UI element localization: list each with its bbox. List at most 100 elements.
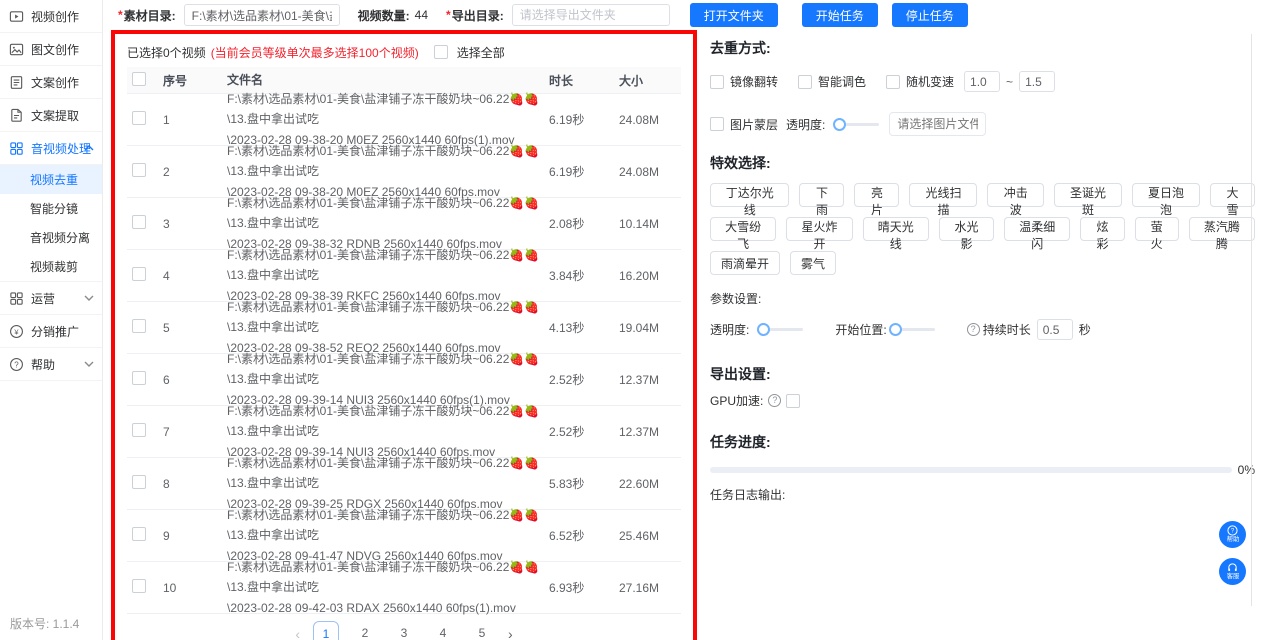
mask-folder-input[interactable] — [889, 112, 986, 136]
topbar: * 素材目录: 视频数量: 44 * 导出目录: 打开文件夹 开始任务 停止任务 — [104, 0, 1280, 30]
selected-count-text: 已选择0个视频 — [127, 44, 206, 61]
sidebar-item-copy-extract[interactable]: 文案提取 — [0, 99, 102, 132]
slider-knob[interactable] — [833, 118, 846, 131]
smart-color-checkbox[interactable] — [798, 75, 812, 89]
slider-knob[interactable] — [889, 323, 902, 336]
slider-knob[interactable] — [757, 323, 770, 336]
sidebar-item-copy-creation[interactable]: 文案创作 — [0, 66, 102, 99]
table-row[interactable]: 10 F:\素材\选品素材\01-美食\盐津铺子冻干酸奶块~06.22🍓🍓\13… — [127, 562, 681, 614]
effect-button[interactable]: 晴天光线 — [863, 217, 929, 241]
mirror-flip-checkbox[interactable] — [710, 75, 724, 89]
sidebar-item-av-processing[interactable]: 音视频处理 — [0, 132, 102, 165]
pagination-page[interactable]: 1 — [313, 621, 339, 640]
effect-button[interactable]: 星火炸开 — [786, 217, 852, 241]
effect-button[interactable]: 炫彩 — [1080, 217, 1124, 241]
row-checkbox[interactable] — [132, 423, 146, 437]
pagination-page[interactable]: 5 — [469, 621, 495, 640]
gpu-help-icon[interactable]: ? — [768, 394, 781, 407]
effect-button[interactable]: 雨滴晕开 — [710, 251, 780, 275]
effect-button[interactable]: 光线扫描 — [909, 183, 977, 207]
material-dir-input[interactable] — [184, 4, 340, 26]
table-row[interactable]: 6 F:\素材\选品素材\01-美食\盐津铺子冻干酸奶块~06.22🍓🍓\13.… — [127, 354, 681, 406]
effects-section: 特效选择: 丁达尔光线下雨亮片光线扫描冲击波圣诞光斑夏日泡泡大雪 大雪纷飞星火炸… — [710, 153, 1255, 275]
option-smart-color[interactable]: 智能调色 — [798, 73, 866, 90]
row-checkbox[interactable] — [132, 111, 146, 125]
sidebar-item-distribution[interactable]: ¥ 分销推广 — [0, 315, 102, 348]
effect-button[interactable]: 丁达尔光线 — [710, 183, 789, 207]
sidebar-item-video-creation[interactable]: 视频创作 — [0, 0, 102, 33]
effect-button[interactable]: 蒸汽腾腾 — [1189, 217, 1255, 241]
table-row[interactable]: 7 F:\素材\选品素材\01-美食\盐津铺子冻干酸奶块~06.22🍓🍓\13.… — [127, 406, 681, 458]
duration-input[interactable] — [1037, 319, 1073, 340]
pagination-page[interactable]: 2 — [352, 621, 378, 640]
effect-button[interactable]: 冲击波 — [987, 183, 1044, 207]
effect-button[interactable]: 萤火 — [1135, 217, 1179, 241]
gpu-row: GPU加速: ? — [710, 392, 1255, 409]
sidebar-item-image-text-creation[interactable]: 图文创作 — [0, 33, 102, 66]
option-mirror-flip[interactable]: 镜像翻转 — [710, 73, 778, 90]
mask-opacity-slider[interactable] — [839, 123, 879, 126]
gpu-label: GPU加速: — [710, 392, 763, 409]
row-checkbox[interactable] — [132, 475, 146, 489]
row-checkbox[interactable] — [132, 215, 146, 229]
customer-service-float-button[interactable]: 客服 — [1219, 558, 1246, 585]
pagination-next-icon[interactable]: › — [508, 626, 513, 640]
start-task-button[interactable]: 开始任务 — [802, 3, 878, 27]
param-start-slider[interactable] — [895, 328, 935, 331]
row-checkbox[interactable] — [132, 319, 146, 333]
video-count-label: 视频数量: — [358, 7, 410, 24]
sidebar-item-label: 帮助 — [31, 356, 55, 373]
image-mask-checkbox[interactable] — [710, 117, 724, 131]
row-checkbox[interactable] — [132, 579, 146, 593]
open-folder-button[interactable]: 打开文件夹 — [690, 3, 778, 27]
effect-button[interactable]: 圣诞光斑 — [1054, 183, 1122, 207]
duration-unit-label: 秒 — [1079, 321, 1091, 338]
sidebar-item-label: 运营 — [31, 290, 55, 307]
pagination-prev-icon[interactable]: ‹ — [295, 626, 300, 640]
sidebar-item-label: 音视频处理 — [31, 140, 91, 157]
stop-task-button[interactable]: 停止任务 — [892, 3, 968, 27]
effect-button[interactable]: 夏日泡泡 — [1132, 183, 1200, 207]
row-checkbox[interactable] — [132, 371, 146, 385]
speed-min-input[interactable] — [964, 71, 1000, 92]
params-title: 参数设置: — [710, 290, 1255, 307]
select-all-checkbox[interactable] — [434, 45, 448, 59]
option-random-speed[interactable]: 随机变速 — [886, 73, 954, 90]
gpu-checkbox[interactable] — [786, 394, 800, 408]
header-checkbox[interactable] — [132, 72, 146, 86]
pagination-page[interactable]: 4 — [430, 621, 456, 640]
effect-button[interactable]: 亮片 — [854, 183, 899, 207]
table-row[interactable]: 2 F:\素材\选品素材\01-美食\盐津铺子冻干酸奶块~06.22🍓🍓\13.… — [127, 146, 681, 198]
table-row[interactable]: 4 F:\素材\选品素材\01-美食\盐津铺子冻干酸奶块~06.22🍓🍓\13.… — [127, 250, 681, 302]
effect-button[interactable]: 下雨 — [799, 183, 844, 207]
speed-max-input[interactable] — [1019, 71, 1055, 92]
grid-icon — [9, 141, 24, 156]
row-checkbox[interactable] — [132, 527, 146, 541]
effect-button[interactable]: 水光影 — [939, 217, 994, 241]
effects-row: 雨滴晕开雾气 — [710, 251, 1255, 275]
sidebar-subitem-smart-storyboard[interactable]: 智能分镜 — [0, 194, 102, 223]
table-row[interactable]: 8 F:\素材\选品素材\01-美食\盐津铺子冻干酸奶块~06.22🍓🍓\13.… — [127, 458, 681, 510]
pagination-page[interactable]: 3 — [391, 621, 417, 640]
table-row[interactable]: 1 F:\素材\选品素材\01-美食\盐津铺子冻干酸奶块~06.22🍓🍓\13.… — [127, 94, 681, 146]
sidebar-subitem-av-separate[interactable]: 音视频分离 — [0, 223, 102, 252]
table-row[interactable]: 3 F:\素材\选品素材\01-美食\盐津铺子冻干酸奶块~06.22🍓🍓\13.… — [127, 198, 681, 250]
sidebar-subitem-video-crop[interactable]: 视频裁剪 — [0, 252, 102, 281]
duration-help-icon[interactable]: ? — [967, 323, 980, 336]
row-checkbox[interactable] — [132, 163, 146, 177]
help-float-button[interactable]: ? 帮助 — [1219, 521, 1246, 548]
effect-button[interactable]: 大雪纷飞 — [710, 217, 776, 241]
sidebar-item-help[interactable]: ? 帮助 — [0, 348, 102, 381]
table-row[interactable]: 5 F:\素材\选品素材\01-美食\盐津铺子冻干酸奶块~06.22🍓🍓\13.… — [127, 302, 681, 354]
table-row[interactable]: 9 F:\素材\选品素材\01-美食\盐津铺子冻干酸奶块~06.22🍓🍓\13.… — [127, 510, 681, 562]
param-opacity-slider[interactable] — [763, 328, 803, 331]
effect-button[interactable]: 大雪 — [1210, 183, 1255, 207]
sidebar-subitem-video-dedup[interactable]: 视频去重 — [0, 165, 102, 194]
effect-button[interactable]: 温柔细闪 — [1004, 217, 1070, 241]
row-checkbox[interactable] — [132, 267, 146, 281]
random-speed-checkbox[interactable] — [886, 75, 900, 89]
pagination-pages: 12345 — [313, 621, 495, 640]
sidebar-item-operation[interactable]: 运营 — [0, 282, 102, 315]
export-dir-input[interactable] — [512, 4, 670, 26]
effect-button[interactable]: 雾气 — [790, 251, 836, 275]
